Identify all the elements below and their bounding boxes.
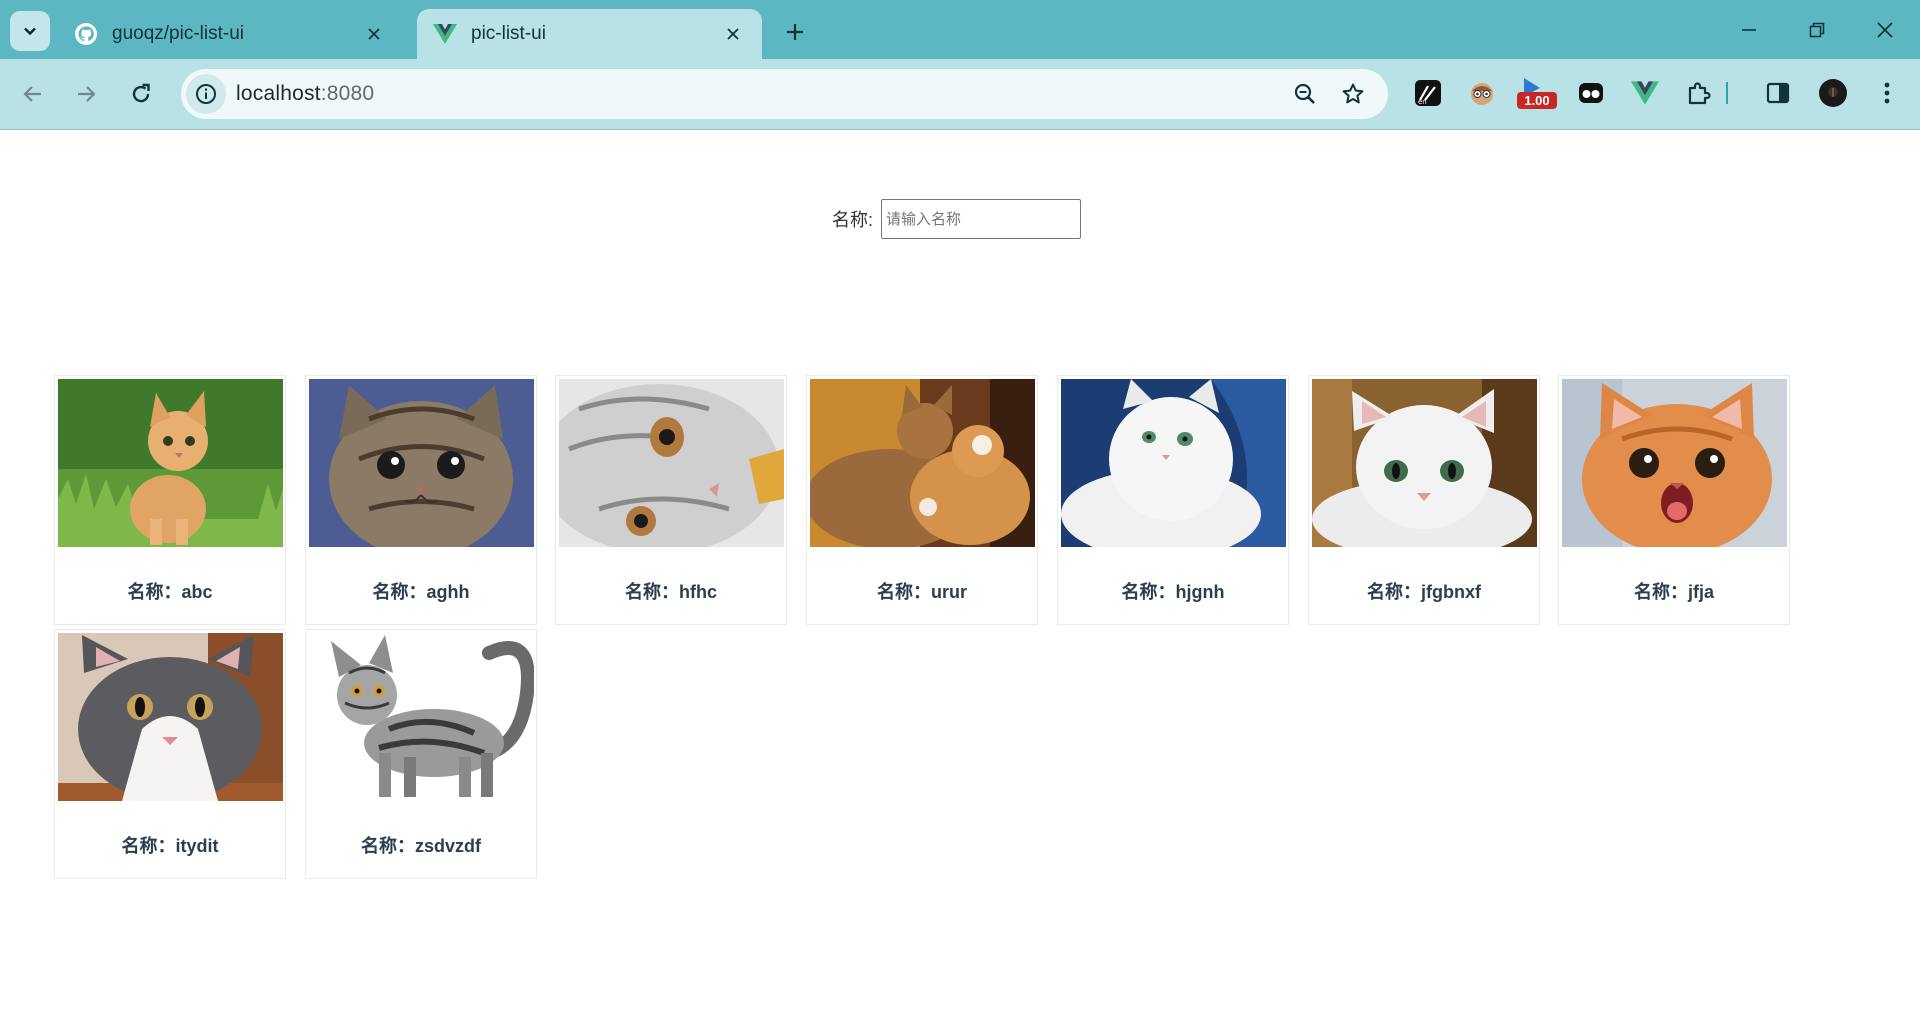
- pic-caption: 名称：zsdvzdf: [360, 836, 481, 856]
- arrow-left-icon: [23, 86, 41, 102]
- cat-image: [58, 633, 283, 801]
- extension-face-icon[interactable]: [1465, 76, 1499, 110]
- pic-card[interactable]: 名称：jfja: [1558, 375, 1790, 625]
- pic-caption: 名称：urur: [877, 582, 967, 602]
- cat-image: [810, 379, 1035, 547]
- close-window-button[interactable]: [1865, 12, 1905, 48]
- close-icon[interactable]: [722, 23, 744, 45]
- new-tab-button[interactable]: [780, 17, 810, 47]
- github-icon: [74, 22, 98, 46]
- cat-image: [1061, 379, 1286, 547]
- pic-card[interactable]: 名称：aghh: [305, 375, 537, 625]
- extension-dark-icon[interactable]: [1574, 76, 1608, 110]
- cat-image: [58, 379, 283, 547]
- side-panel-icon[interactable]: [1761, 76, 1795, 110]
- tab-title: guoqz/pic-list-ui: [112, 23, 244, 44]
- reload-icon: [132, 83, 150, 103]
- cat-image: [1312, 379, 1537, 547]
- cat-image: [559, 379, 784, 547]
- name-filter-label: 名称:: [832, 210, 874, 230]
- minimize-icon: [1742, 29, 1756, 31]
- pic-card[interactable]: 名称：jfgbnxf: [1308, 375, 1540, 625]
- address-bar[interactable]: localhost:8080: [181, 69, 1388, 119]
- close-icon[interactable]: [363, 23, 385, 45]
- bookmark-button[interactable]: [1336, 77, 1370, 111]
- vue-icon: [433, 22, 457, 46]
- back-button[interactable]: [13, 74, 53, 114]
- svg-text:en: en: [1418, 98, 1427, 106]
- pic-card[interactable]: 名称：urur: [806, 375, 1038, 625]
- plus-icon: [787, 24, 803, 40]
- name-filter: 名称:: [832, 199, 1082, 239]
- close-icon: [1877, 22, 1893, 38]
- cat-image: [1562, 379, 1787, 547]
- pic-caption: 名称：hjgnh: [1121, 582, 1225, 602]
- pic-caption: 名称：itydit: [121, 836, 219, 856]
- reload-button[interactable]: [121, 74, 161, 114]
- pic-card[interactable]: 名称：itydit: [54, 629, 286, 879]
- extension-video-speed-icon[interactable]: 1.00: [1516, 76, 1560, 110]
- name-search-input[interactable]: [881, 199, 1082, 239]
- extension-translate-icon[interactable]: en: [1411, 76, 1445, 110]
- chevron-down-icon: [24, 27, 36, 36]
- profile-avatar[interactable]: [1816, 76, 1850, 110]
- cat-image: [309, 379, 534, 547]
- zoom-button[interactable]: [1288, 77, 1322, 111]
- pic-caption: 名称：jfgbnxf: [1367, 582, 1481, 602]
- extension-vue-devtools-icon[interactable]: [1628, 76, 1662, 110]
- pic-card[interactable]: 名称：abc: [54, 375, 286, 625]
- star-icon: [1342, 83, 1364, 104]
- tab-pic-list-ui[interactable]: pic-list-ui: [417, 9, 762, 59]
- pic-caption: 名称：jfja: [1633, 582, 1714, 602]
- url-text: localhost:8080: [236, 82, 374, 106]
- tab-search-button[interactable]: [10, 11, 50, 51]
- tab-github[interactable]: guoqz/pic-list-ui: [58, 9, 403, 59]
- restore-button[interactable]: [1797, 12, 1837, 48]
- extension-badge: 1.00: [1524, 93, 1549, 108]
- arrow-right-icon: [78, 86, 96, 102]
- restore-icon: [1809, 22, 1825, 38]
- zoom-out-icon: [1294, 83, 1315, 104]
- site-info-button[interactable]: [186, 74, 226, 114]
- extensions-puzzle-icon[interactable]: [1682, 76, 1716, 110]
- pic-card[interactable]: 名称：zsdvzdf: [305, 629, 537, 879]
- pic-card[interactable]: 名称：hfhc: [555, 375, 787, 625]
- url-port: :8080: [320, 82, 375, 105]
- minimize-button[interactable]: [1729, 12, 1769, 48]
- tab-strip: guoqz/pic-list-ui pic-list-ui: [0, 0, 1920, 59]
- pic-caption: 名称：abc: [127, 582, 213, 602]
- pic-caption: 名称：aghh: [372, 582, 470, 602]
- pic-card[interactable]: 名称：hjgnh: [1057, 375, 1289, 625]
- info-icon: [196, 84, 216, 104]
- pic-caption: 名称：hfhc: [625, 582, 717, 602]
- tab-title: pic-list-ui: [471, 23, 546, 44]
- url-host: localhost: [236, 82, 321, 105]
- cat-image: [309, 633, 534, 801]
- menu-kebab-icon[interactable]: [1870, 76, 1904, 110]
- forward-button[interactable]: [66, 74, 106, 114]
- toolbar-divider: [1722, 76, 1732, 110]
